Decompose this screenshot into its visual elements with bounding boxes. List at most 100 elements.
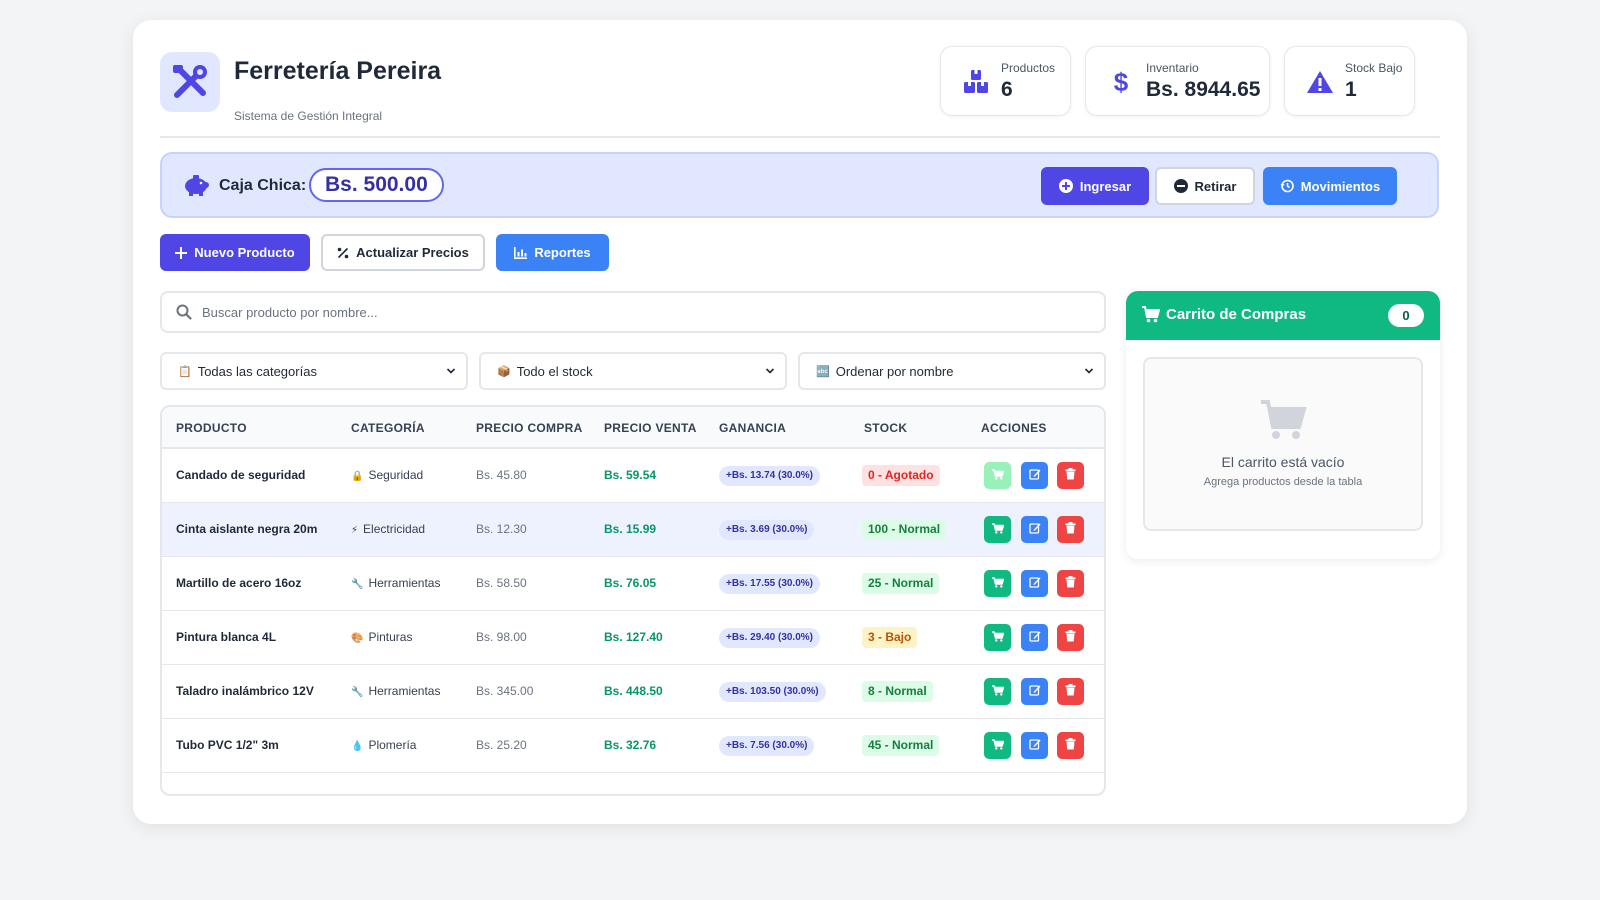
stock-badge: 0 - Agotado xyxy=(862,465,940,486)
stat-stock-bajo: Stock Bajo 1 xyxy=(1284,46,1415,116)
table-row: Candado de seguridad 🔒 Seguridad Bs. 45.80 B… xyxy=(162,449,1104,503)
caja-label: Caja Chica: xyxy=(219,177,307,194)
delete-button[interactable] xyxy=(1057,624,1084,651)
stock-badge: 3 - Bajo xyxy=(862,627,918,648)
table-row: Taladro inalámbrico 12V 🔧 Herramientas Bs. … xyxy=(162,665,1104,719)
product-category: ⚡ Electricidad xyxy=(351,522,425,536)
ingresar-label: Ingresar xyxy=(1079,178,1132,194)
svg-text:$: $ xyxy=(1114,68,1129,96)
plus-icon xyxy=(175,246,188,259)
purchase-price: Bs. 25.20 xyxy=(476,738,527,752)
cart-icon xyxy=(1142,306,1160,323)
edit-icon xyxy=(1028,521,1041,539)
delete-button[interactable] xyxy=(1057,516,1084,543)
category-label: Herramientas xyxy=(368,684,441,698)
product-name: Cinta aislante negra 20m xyxy=(176,522,318,536)
nuevo-producto-button[interactable]: Nuevo Producto xyxy=(160,234,310,271)
search-icon xyxy=(176,304,192,320)
sale-price: Bs. 15.99 xyxy=(604,522,657,536)
trash-icon xyxy=(1065,467,1076,485)
stock-select[interactable]: 📦 Todo el stock xyxy=(479,352,787,390)
cart-icon xyxy=(991,737,1005,755)
trash-icon xyxy=(1065,575,1076,593)
product-category: 🔧 Herramientas xyxy=(351,684,440,698)
category-label: Plomería xyxy=(368,738,417,752)
edit-icon xyxy=(1028,737,1041,755)
profit-badge: +Bs. 7.56 (30.0%) xyxy=(719,736,815,756)
edit-button[interactable] xyxy=(1021,678,1048,705)
stat-label: Inventario xyxy=(1146,61,1199,75)
profit-badge: +Bs. 13.74 (30.0%) xyxy=(719,466,820,486)
edit-button[interactable] xyxy=(1021,624,1048,651)
delete-button[interactable] xyxy=(1057,732,1084,759)
add-to-cart-button[interactable] xyxy=(984,516,1011,543)
add-to-cart-button[interactable] xyxy=(984,624,1011,651)
edit-button[interactable] xyxy=(1021,462,1048,489)
stat-inventario: $ Inventario Bs. 8944.65 xyxy=(1085,46,1270,116)
table-row: Pintura blanca 4L 🎨 Pinturas Bs. 98.00 Bs. 1… xyxy=(162,611,1104,665)
chart-icon xyxy=(514,246,528,259)
delete-button[interactable] xyxy=(1057,570,1084,597)
cart-count-badge: 0 xyxy=(1388,304,1424,327)
sort-select[interactable]: 🔤 Ordenar por nombre xyxy=(798,352,1106,390)
reportes-button[interactable]: Reportes xyxy=(496,234,609,271)
delete-button[interactable] xyxy=(1057,462,1084,489)
cart-icon xyxy=(991,521,1005,539)
search-input[interactable] xyxy=(202,301,1082,323)
actualizar-precios-button[interactable]: Actualizar Precios xyxy=(321,234,485,271)
cart-empty-state: El carrito está vacío Agrega productos d… xyxy=(1143,357,1423,531)
product-category: 🔧 Herramientas xyxy=(351,576,440,590)
minus-circle-icon xyxy=(1173,179,1188,193)
purchase-price: Bs. 45.80 xyxy=(476,468,527,482)
empty-cart-icon xyxy=(1261,400,1307,439)
plus-circle-icon xyxy=(1058,179,1073,193)
cart-icon xyxy=(991,683,1005,701)
movimientos-button[interactable]: Movimientos xyxy=(1263,167,1397,205)
purchase-price: Bs. 12.30 xyxy=(476,522,527,536)
warning-icon xyxy=(1305,67,1335,97)
tools-icon xyxy=(173,65,207,98)
category-label: Pinturas xyxy=(368,630,413,644)
category-icon: 🔧 xyxy=(351,687,364,698)
category-label: Herramientas xyxy=(368,576,441,590)
cart-icon xyxy=(991,629,1005,647)
edit-icon xyxy=(1028,683,1041,701)
purchase-price: Bs. 58.50 xyxy=(476,576,527,590)
category-label: Electricidad xyxy=(363,522,426,536)
package-icon: 📦 xyxy=(497,365,511,378)
sale-price: Bs. 32.76 xyxy=(604,738,657,752)
category-select[interactable]: 📋 Todas las categorías xyxy=(160,352,468,390)
cart-icon xyxy=(991,467,1005,485)
edit-icon xyxy=(1028,575,1041,593)
stat-value: 1 xyxy=(1345,78,1357,101)
add-to-cart-button[interactable] xyxy=(984,570,1011,597)
th-stock: STOCK xyxy=(864,421,908,435)
dollar-icon: $ xyxy=(1106,67,1136,97)
edit-button[interactable] xyxy=(1021,570,1048,597)
main-card: Ferretería Pereira Sistema de Gestión In… xyxy=(133,20,1467,824)
stat-label: Stock Bajo xyxy=(1345,61,1403,75)
edit-button[interactable] xyxy=(1021,732,1048,759)
add-to-cart-button[interactable] xyxy=(984,732,1011,759)
trash-icon xyxy=(1065,683,1076,701)
table-row: Tubo PVC 1/2" 3m 💧 Plomería Bs. 25.20 Bs. 32… xyxy=(162,719,1104,773)
product-name: Pintura blanca 4L xyxy=(176,630,277,644)
category-label: Seguridad xyxy=(368,468,424,482)
delete-button[interactable] xyxy=(1057,678,1084,705)
header: Ferretería Pereira Sistema de Gestión In… xyxy=(160,46,1440,138)
cart-empty-subtitle: Agrega productos desde la tabla xyxy=(1203,476,1363,488)
retirar-label: Retirar xyxy=(1194,178,1237,194)
percent-icon xyxy=(337,247,349,258)
edit-button[interactable] xyxy=(1021,516,1048,543)
piggy-bank-icon xyxy=(185,175,209,196)
ingresar-button[interactable]: Ingresar xyxy=(1041,167,1149,205)
profit-badge: +Bs. 3.69 (30.0%) xyxy=(719,520,815,540)
trash-icon xyxy=(1065,629,1076,647)
stat-value: 6 xyxy=(1001,78,1013,101)
add-to-cart-button[interactable] xyxy=(984,462,1011,489)
retirar-button[interactable]: Retirar xyxy=(1155,167,1255,205)
add-to-cart-button[interactable] xyxy=(984,678,1011,705)
chevron-down-icon xyxy=(1084,368,1094,374)
trash-icon xyxy=(1065,521,1076,539)
caja-chica-panel: Caja Chica: Bs. 500.00 Ingresar Retirar … xyxy=(160,152,1439,218)
